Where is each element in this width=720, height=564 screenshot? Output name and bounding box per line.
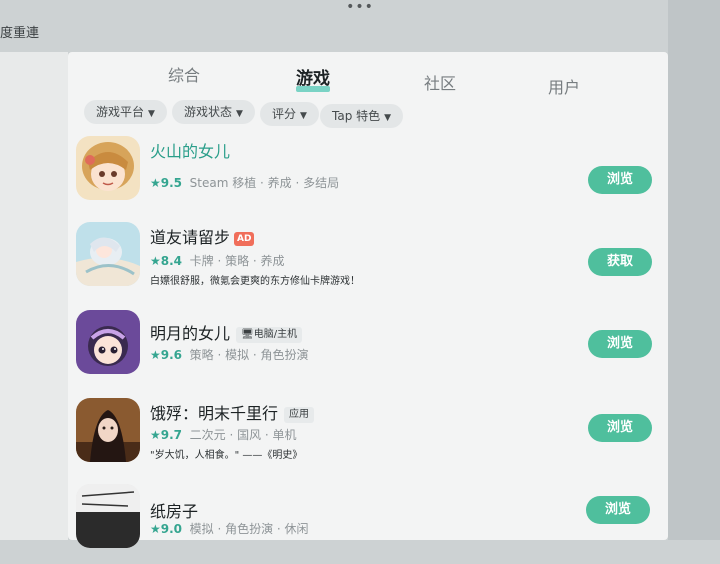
tab-all[interactable]: 综合 [168,62,200,86]
computer-icon: 🖥 [241,328,254,340]
window-title-fragment: 度重連 [0,26,40,41]
game-description: 白嫖很舒服，微氪会更爽的东方修仙卡牌游戏！ [150,276,360,287]
filter-platform-label: 游戏平台 [96,105,145,119]
rating-star: ★9.0 [150,522,183,536]
game-icon [76,398,140,462]
game-icon [76,136,140,200]
game-title[interactable]: 明月的女儿 🖥电脑/主机 [150,320,303,344]
filter-rating-label: 评分 [272,107,297,121]
filter-status[interactable]: 游戏状态 ▼ [172,100,255,124]
rating-star: ★9.5 [150,176,183,190]
search-tabs: 综合 游戏 社区 用户 [68,58,668,98]
filter-tap-feature[interactable]: Tap 特色 ▼ [320,104,404,128]
game-meta: ★8.4 卡牌 · 策略 · 养成 [150,252,285,269]
rating-star: ★9.7 [150,428,183,442]
game-title-text: 道友请留步 [150,228,231,247]
game-row[interactable]: 纸房子 ★9.0 模拟 · 角色扮演 · 休闲 浏览 [76,484,666,564]
game-description: "岁大饥，人相食。" ——《明史》 [150,450,303,461]
filter-status-label: 游戏状态 [184,105,233,119]
game-tags: 卡牌 · 策略 · 养成 [189,254,285,268]
game-title[interactable]: 火山的女儿 [150,138,230,162]
tab-active-indicator [296,86,330,92]
right-edge-strip [668,0,720,540]
game-tags: Steam 移植 · 养成 · 多结局 [189,176,340,190]
platform-badge-label: 电脑/主机 [253,328,298,340]
type-badge: 应用 [284,406,315,423]
browse-button[interactable]: 浏览 [588,166,652,194]
get-button[interactable]: 获取 [588,248,652,276]
window-menu-dots[interactable]: ••• [346,0,374,14]
game-row[interactable]: 道友请留步 AD ★8.4 卡牌 · 策略 · 养成 白嫖很舒服，微氪会更爽的东方… [76,222,666,302]
game-tags: 策略 · 模拟 · 角色扮演 [189,348,309,362]
tab-community[interactable]: 社区 [424,70,456,94]
browse-button[interactable]: 浏览 [586,496,650,524]
game-meta: ★9.0 模拟 · 角色扮演 · 休闲 [150,520,309,537]
rating-star: ★8.4 [150,254,183,268]
browse-button[interactable]: 浏览 [588,414,652,442]
caret-down-icon: ▼ [148,109,155,119]
tab-users[interactable]: 用户 [548,74,580,98]
caret-down-icon: ▼ [300,111,307,121]
game-title[interactable]: 饿殍：明末千里行 应用 [150,400,315,424]
filter-platform[interactable]: 游戏平台 ▼ [84,100,167,124]
game-title[interactable]: 道友请留步 AD [150,224,255,248]
game-tags: 模拟 · 角色扮演 · 休闲 [189,522,309,536]
game-title-text: 明月的女儿 [150,324,231,343]
game-title-text: 饿殍：明末千里行 [150,404,279,423]
platform-badge: 🖥电脑/主机 [236,326,303,343]
game-meta: ★9.5 Steam 移植 · 养成 · 多结局 [150,174,339,191]
game-tags: 二次元 · 国风 · 单机 [189,428,297,442]
caret-down-icon: ▼ [236,109,243,119]
game-icon [76,484,140,548]
caret-down-icon: ▼ [384,113,392,123]
rating-star: ★9.6 [150,348,183,362]
game-meta: ★9.7 二次元 · 国风 · 单机 [150,426,297,443]
game-row[interactable]: 明月的女儿 🖥电脑/主机 ★9.6 策略 · 模拟 · 角色扮演 浏览 [76,310,666,390]
filter-tap-feature-label: Tap 特色 [332,109,381,123]
browse-button[interactable]: 浏览 [588,330,652,358]
ad-badge: AD [234,231,255,246]
sidebar [0,52,68,540]
game-icon [76,310,140,374]
tab-games[interactable]: 游戏 [296,64,330,92]
game-meta: ★9.6 策略 · 模拟 · 角色扮演 [150,346,309,363]
game-row[interactable]: 火山的女儿 ★9.5 Steam 移植 · 养成 · 多结局 浏览 [76,136,666,216]
filter-rating[interactable]: 评分 ▼ [260,102,319,126]
game-icon [76,222,140,286]
game-title[interactable]: 纸房子 [150,498,198,522]
game-row[interactable]: 饿殍：明末千里行 应用 ★9.7 二次元 · 国风 · 单机 "岁大饥，人相食。"… [76,398,666,478]
